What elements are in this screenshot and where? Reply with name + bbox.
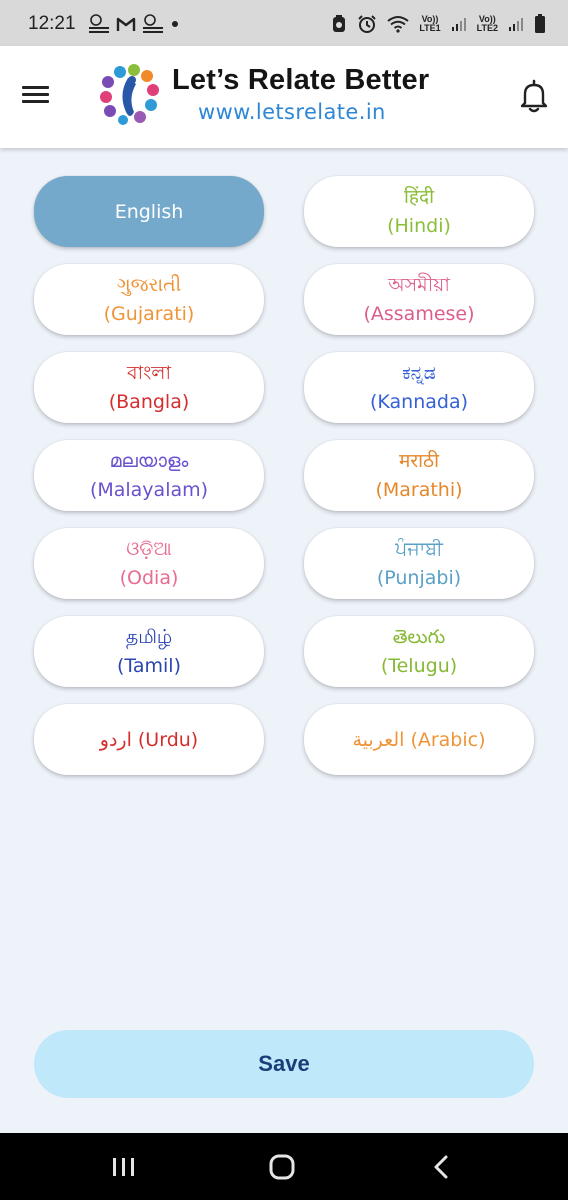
language-label: اردو (Urdu) <box>99 728 199 751</box>
language-native-label: ગુજરાતી <box>116 273 182 296</box>
signal-icon <box>509 18 523 31</box>
language-native-label: ਪੰਜਾਬੀ <box>395 537 443 560</box>
bell-icon <box>520 79 548 113</box>
system-navigation-bar <box>0 1133 568 1200</box>
nfc-icon <box>333 15 346 32</box>
language-label: العربية (Arabic) <box>352 728 486 751</box>
app-header: Let’s Relate Better www.letsrelate.in <box>0 46 568 148</box>
back-icon <box>434 1155 448 1179</box>
language-native-label: অসমীয়া <box>388 273 450 296</box>
home-button[interactable] <box>262 1149 302 1185</box>
recent-apps-button[interactable] <box>104 1149 144 1185</box>
language-native-label: বাংলা <box>127 361 171 384</box>
language-native-label: മലയാളം <box>109 449 189 472</box>
hamburger-menu-icon <box>22 86 56 103</box>
language-english-label: (Hindi) <box>387 214 451 237</box>
language-english-label: (Punjabi) <box>376 566 462 589</box>
language-native-label: ଓଡ଼ିଆ <box>126 537 172 560</box>
dot-icon <box>172 21 178 27</box>
sim2-label-bottom: LTE2 <box>476 23 498 33</box>
status-left-icons <box>88 14 180 34</box>
recent-apps-icon <box>113 1158 134 1176</box>
battery-icon <box>535 14 545 33</box>
language-option-bangla[interactable]: বাংলা (Bangla) <box>34 352 264 423</box>
language-english-label: (Tamil) <box>117 654 181 677</box>
app-title: Let’s Relate Better <box>172 64 430 96</box>
language-english-label: (Marathi) <box>375 478 463 501</box>
language-native-label: मराठी <box>398 449 439 472</box>
language-option-odia[interactable]: ଓଡ଼ିଆ (Odia) <box>34 528 264 599</box>
language-option-telugu[interactable]: తెలుగు (Telugu) <box>304 616 534 687</box>
alarm-icon <box>358 15 377 33</box>
language-native-label: हिंदी <box>403 185 435 208</box>
language-native-label: தமிழ் <box>125 625 173 648</box>
language-english-label: (Telugu) <box>380 654 458 677</box>
sim1-label-bottom: LTE1 <box>419 23 441 33</box>
language-native-label: తెలుగు <box>392 625 446 648</box>
sim1-indicator: Vo)) LTE1 <box>419 15 440 33</box>
language-option-english[interactable]: English <box>34 176 264 247</box>
home-icon <box>269 1154 295 1180</box>
menu-button[interactable] <box>22 83 56 111</box>
whatsapp-business-icon <box>143 14 163 33</box>
status-right-icons: Vo)) LTE1 Vo)) LTE2 <box>331 12 546 36</box>
language-english-label: (Malayalam) <box>89 478 209 501</box>
signal-icon <box>451 18 466 31</box>
app-logo <box>100 64 159 125</box>
language-option-kannada[interactable]: ಕನ್ನಡ (Kannada) <box>304 352 534 423</box>
language-option-urdu[interactable]: اردو (Urdu) <box>34 704 264 775</box>
language-option-malayalam[interactable]: മലയാളം (Malayalam) <box>34 440 264 511</box>
save-button[interactable]: Save <box>34 1030 534 1098</box>
language-option-punjabi[interactable]: ਪੰਜਾਬੀ (Punjabi) <box>304 528 534 599</box>
language-english-label: (Kannada) <box>369 390 469 413</box>
language-option-hindi[interactable]: हिंदी (Hindi) <box>304 176 534 247</box>
back-button[interactable] <box>422 1149 462 1185</box>
language-english-label: (Gujarati) <box>103 302 195 325</box>
language-english-label: (Odia) <box>119 566 179 589</box>
language-label: English <box>114 200 184 223</box>
language-english-label: (Assamese) <box>363 302 475 325</box>
whatsapp-business-icon <box>89 14 109 33</box>
status-time: 12:21 <box>28 13 76 34</box>
notifications-button[interactable] <box>519 79 553 115</box>
language-option-marathi[interactable]: मराठी (Marathi) <box>304 440 534 511</box>
language-option-arabic[interactable]: العربية (Arabic) <box>304 704 534 775</box>
wifi-icon <box>387 16 409 33</box>
language-option-assamese[interactable]: অসমীয়া (Assamese) <box>304 264 534 335</box>
language-native-label: ಕನ್ನಡ <box>402 361 436 384</box>
language-option-tamil[interactable]: தமிழ் (Tamil) <box>34 616 264 687</box>
sim2-indicator: Vo)) LTE2 <box>477 15 498 33</box>
language-option-gujarati[interactable]: ગુજરાતી (Gujarati) <box>34 264 264 335</box>
gmail-icon <box>116 17 136 31</box>
status-bar: 12:21 Vo)) LTE1 Vo)) LTE2 <box>0 0 568 46</box>
app-url: www.letsrelate.in <box>198 100 386 124</box>
language-english-label: (Bangla) <box>108 390 190 413</box>
